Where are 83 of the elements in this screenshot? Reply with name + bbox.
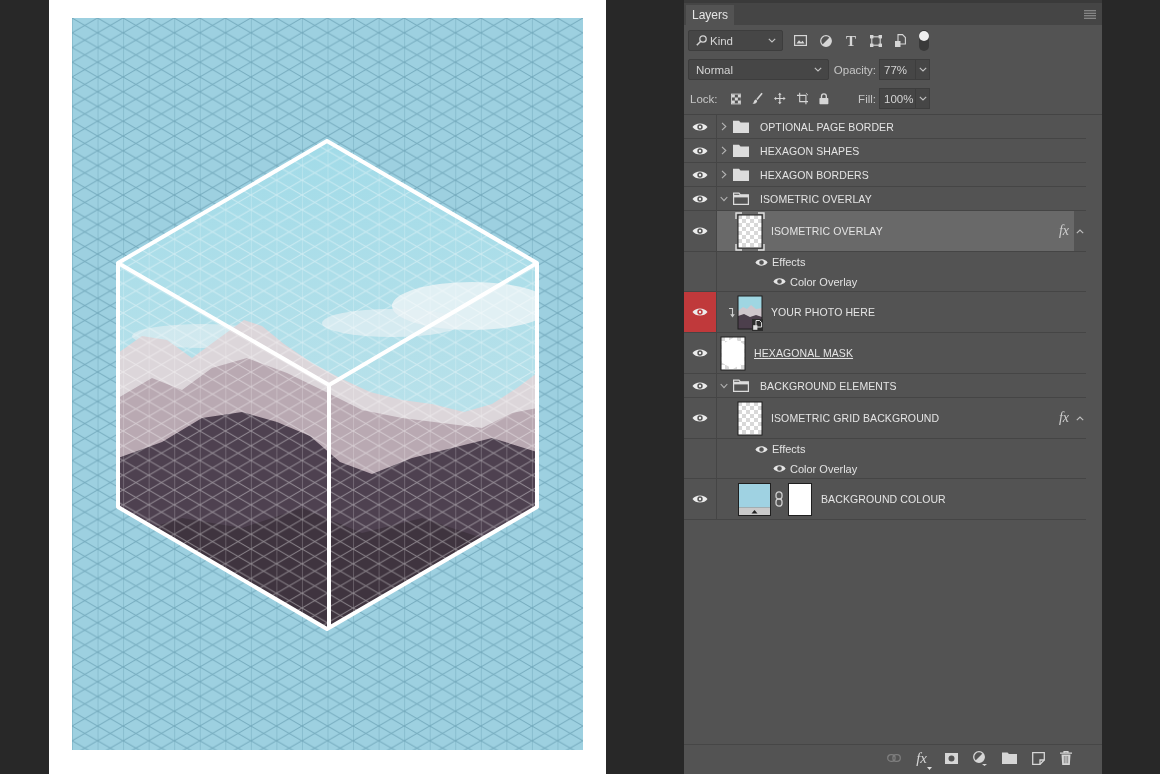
effects-label: Effects	[772, 256, 806, 268]
trash-icon[interactable]	[1060, 751, 1072, 765]
eye-icon[interactable]	[692, 226, 708, 236]
eye-icon[interactable]	[692, 307, 708, 317]
fill-label: Fill:	[858, 92, 877, 105]
color-fill-thumbnail	[738, 482, 771, 516]
effects-indicator: fx	[1058, 410, 1069, 426]
layer-thumbnail	[735, 398, 765, 438]
effects-label: Effects	[772, 443, 806, 455]
layer-thumbnail	[735, 211, 765, 251]
layer-item[interactable]: ISOMETRIC OVERLAY fx	[717, 211, 1074, 251]
eye-icon[interactable]	[692, 145, 708, 156]
eye-icon[interactable]	[692, 169, 708, 180]
effects-indicator: fx	[1058, 223, 1069, 239]
folder-icon	[733, 192, 749, 205]
opacity-field[interactable]: 77%	[879, 59, 915, 80]
fx-button[interactable]: fx	[916, 750, 930, 766]
mask-icon[interactable]	[945, 752, 958, 764]
eye-icon[interactable]	[755, 257, 768, 267]
layer-item[interactable]: ISOMETRIC GRID BACKGROUND fx	[717, 398, 1074, 438]
blend-mode-dropdown[interactable]: Normal	[688, 59, 829, 80]
shape-filter-icon[interactable]	[870, 34, 882, 47]
layer-item[interactable]: HEXAGON SHAPES	[717, 139, 1074, 162]
chevron-icon	[768, 38, 776, 43]
lock-label: Lock:	[690, 92, 718, 105]
folder-icon	[733, 168, 749, 181]
eye-icon[interactable]	[692, 348, 708, 358]
type-filter-button[interactable]: T	[845, 33, 857, 48]
layer-thumbnail	[718, 333, 748, 373]
folder-icon	[733, 120, 749, 133]
effect-name: Color Overlay	[790, 275, 858, 288]
search-icon	[696, 35, 707, 46]
eye-icon[interactable]	[692, 193, 708, 204]
fill-slider-button[interactable]	[915, 88, 930, 109]
link-icon[interactable]	[775, 491, 783, 507]
chevron-icon[interactable]	[720, 146, 728, 155]
eye-icon[interactable]	[692, 380, 708, 391]
adjustment-icon[interactable]	[973, 750, 987, 766]
chevron-icon[interactable]	[720, 170, 728, 179]
folder-icon	[733, 379, 749, 392]
move-icon[interactable]	[773, 92, 786, 105]
folder-icon[interactable]	[1002, 752, 1017, 764]
chevron-icon[interactable]	[720, 195, 728, 202]
eye-icon[interactable]	[692, 413, 708, 423]
brush-icon[interactable]	[752, 92, 763, 105]
mask-thumbnail	[788, 482, 812, 516]
layer-item[interactable]: HEXAGONAL MASK	[717, 333, 1074, 373]
padlock-icon[interactable]	[819, 92, 829, 105]
opacity-slider-button[interactable]	[915, 59, 930, 80]
fill-field[interactable]: 100%	[879, 88, 915, 109]
layer-item[interactable]: OPTIONAL PAGE BORDER	[717, 115, 1074, 138]
new-layer-icon[interactable]	[1032, 751, 1045, 765]
menu-triangle-icon	[927, 766, 932, 770]
effect-name: Color Overlay	[790, 462, 858, 475]
layer-item[interactable]: BACKGROUND COLOUR	[717, 479, 1074, 519]
chevron-icon	[918, 67, 927, 72]
chevron-icon	[814, 67, 822, 72]
adjustment-filter-icon[interactable]	[820, 34, 832, 47]
checkerboard-icon[interactable]	[730, 92, 742, 105]
smart-object-filter-icon[interactable]	[895, 34, 906, 47]
opacity-label: Opacity:	[833, 63, 877, 76]
layer-item[interactable]: ISOMETRIC OVERLAY	[717, 187, 1074, 210]
layer-item[interactable]: YOUR PHOTO HERE	[717, 292, 1074, 332]
caret-icon[interactable]	[1076, 228, 1084, 234]
folder-icon	[733, 144, 749, 157]
chevron-icon[interactable]	[720, 382, 728, 389]
eye-icon[interactable]	[692, 121, 708, 132]
eye-icon[interactable]	[773, 464, 786, 473]
filter-toggle[interactable]	[919, 30, 929, 51]
eye-icon[interactable]	[773, 277, 786, 286]
eye-icon[interactable]	[692, 494, 708, 504]
crop-icon[interactable]	[796, 92, 809, 105]
layers-tab[interactable]: Layers	[686, 5, 735, 25]
smart-object-icon	[752, 318, 763, 331]
menu-icon[interactable]	[1084, 10, 1096, 19]
caret-icon[interactable]	[1076, 415, 1084, 421]
layer-item[interactable]: BACKGROUND ELEMENTS	[717, 374, 1074, 397]
chevron-icon	[918, 96, 927, 101]
chevron-icon[interactable]	[720, 122, 728, 131]
eye-icon[interactable]	[755, 444, 768, 454]
filter-kind-dropdown[interactable]: Kind	[688, 30, 783, 51]
layer-item[interactable]: HEXAGON BORDERS	[717, 163, 1074, 186]
image-filter-icon[interactable]	[794, 35, 807, 46]
